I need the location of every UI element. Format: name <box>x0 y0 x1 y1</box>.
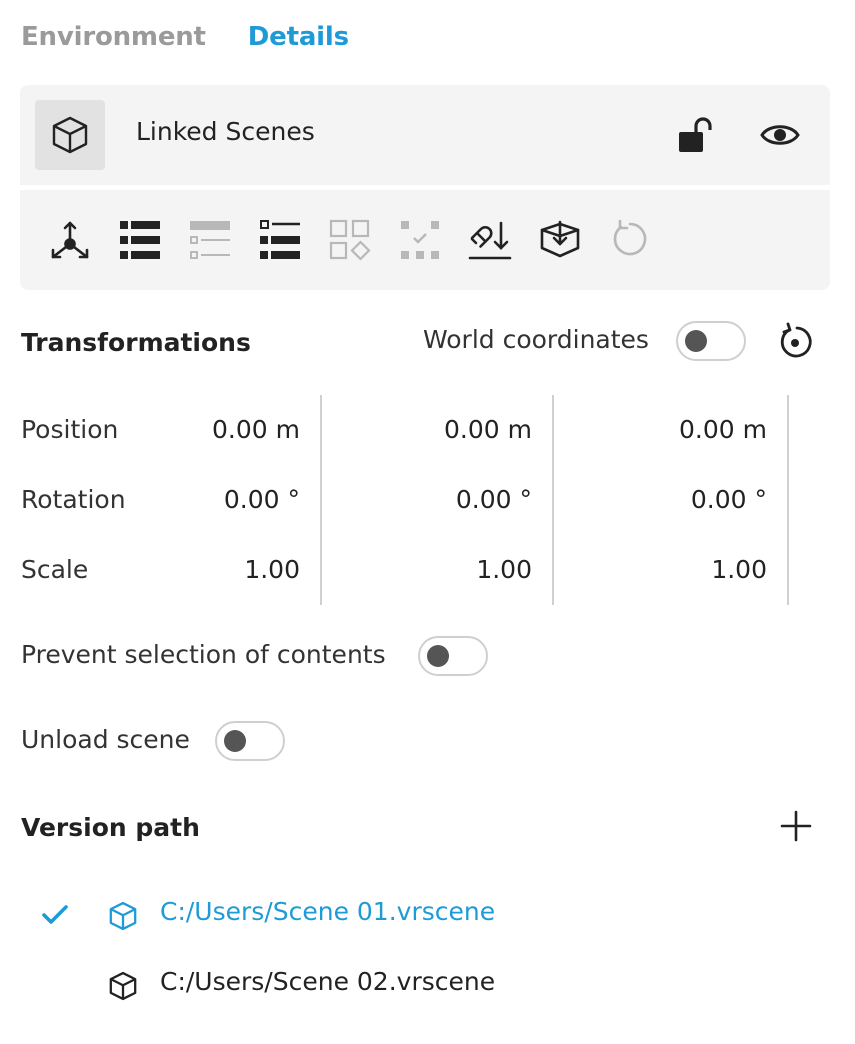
scene-title: Linked Scenes <box>136 117 315 146</box>
column-divider <box>320 395 322 605</box>
column-divider <box>552 395 554 605</box>
position-x-value[interactable]: 0.00 m <box>160 415 300 444</box>
list-checked-icon <box>260 220 300 259</box>
cube-icon <box>106 899 140 933</box>
scene-header-card: Linked Scenes <box>20 85 830 185</box>
check-icon <box>40 901 70 929</box>
version-path-text: C:/Users/Scene 02.vrscene <box>160 967 496 996</box>
toggle-knob <box>685 330 707 352</box>
prevent-selection-toggle[interactable] <box>418 636 488 676</box>
toggle-knob <box>427 645 449 667</box>
list-full-button[interactable] <box>118 218 162 262</box>
box-import-button[interactable] <box>538 218 582 262</box>
list-full-icon <box>120 221 160 259</box>
rotation-x-value[interactable]: 0.00 ° <box>160 485 300 514</box>
transform-gizmo-icon <box>51 221 89 259</box>
toggle-knob <box>224 730 246 752</box>
world-coordinates-label: World coordinates <box>423 325 649 354</box>
transformations-title: Transformations <box>21 328 251 357</box>
position-label: Position <box>21 415 119 444</box>
list-partial-icon <box>190 221 230 259</box>
box-import-icon <box>540 220 580 258</box>
scale-label: Scale <box>21 555 89 584</box>
rotation-y-value[interactable]: 0.00 ° <box>392 485 532 514</box>
rotation-label: Rotation <box>21 485 126 514</box>
tab-bar: Environment Details <box>21 22 349 58</box>
scatter-select-icon <box>401 221 439 259</box>
eye-icon <box>760 125 800 145</box>
list-checked-button[interactable] <box>258 218 302 262</box>
version-path-text: C:/Users/Scene 01.vrscene <box>160 897 496 926</box>
lock-button[interactable] <box>674 115 718 155</box>
unlocked-padlock-icon <box>679 117 712 152</box>
version-path-item-1[interactable]: C:/Users/Scene 01.vrscene <box>36 893 636 937</box>
rotation-z-value[interactable]: 0.00 ° <box>627 485 767 514</box>
scale-y-value[interactable]: 1.00 <box>392 555 532 584</box>
version-path-item-2[interactable]: C:/Users/Scene 02.vrscene <box>36 963 636 1007</box>
scale-z-value[interactable]: 1.00 <box>627 555 767 584</box>
grid-shapes-icon <box>329 219 371 261</box>
scatter-select-button[interactable] <box>398 218 442 262</box>
list-partial-button[interactable] <box>188 218 232 262</box>
world-coordinates-toggle[interactable] <box>676 321 746 361</box>
cube-icon <box>106 969 140 1003</box>
grid-shapes-button[interactable] <box>328 218 372 262</box>
cube-icon <box>52 116 88 154</box>
tab-environment[interactable]: Environment <box>21 22 206 58</box>
position-z-value[interactable]: 0.00 m <box>627 415 767 444</box>
scene-icon-box <box>35 100 105 170</box>
scene-toolbar <box>20 190 830 290</box>
tab-details[interactable]: Details <box>248 22 349 58</box>
reset-rotate-icon <box>780 322 812 358</box>
refresh-button[interactable] <box>608 218 652 262</box>
snap-to-ground-icon <box>468 221 512 260</box>
transform-tool-button[interactable] <box>48 218 92 262</box>
prevent-selection-label: Prevent selection of contents <box>21 640 386 669</box>
column-divider <box>787 395 789 605</box>
refresh-icon <box>613 219 647 256</box>
scale-x-value[interactable]: 1.00 <box>160 555 300 584</box>
version-path-title: Version path <box>21 813 200 842</box>
unload-scene-toggle[interactable] <box>215 721 285 761</box>
snap-to-ground-button[interactable] <box>468 218 512 262</box>
add-version-button[interactable] <box>775 805 817 847</box>
visibility-button[interactable] <box>758 115 802 155</box>
position-y-value[interactable]: 0.00 m <box>392 415 532 444</box>
reset-transform-button[interactable] <box>774 321 816 363</box>
plus-icon <box>780 810 812 842</box>
unload-scene-label: Unload scene <box>21 725 190 754</box>
